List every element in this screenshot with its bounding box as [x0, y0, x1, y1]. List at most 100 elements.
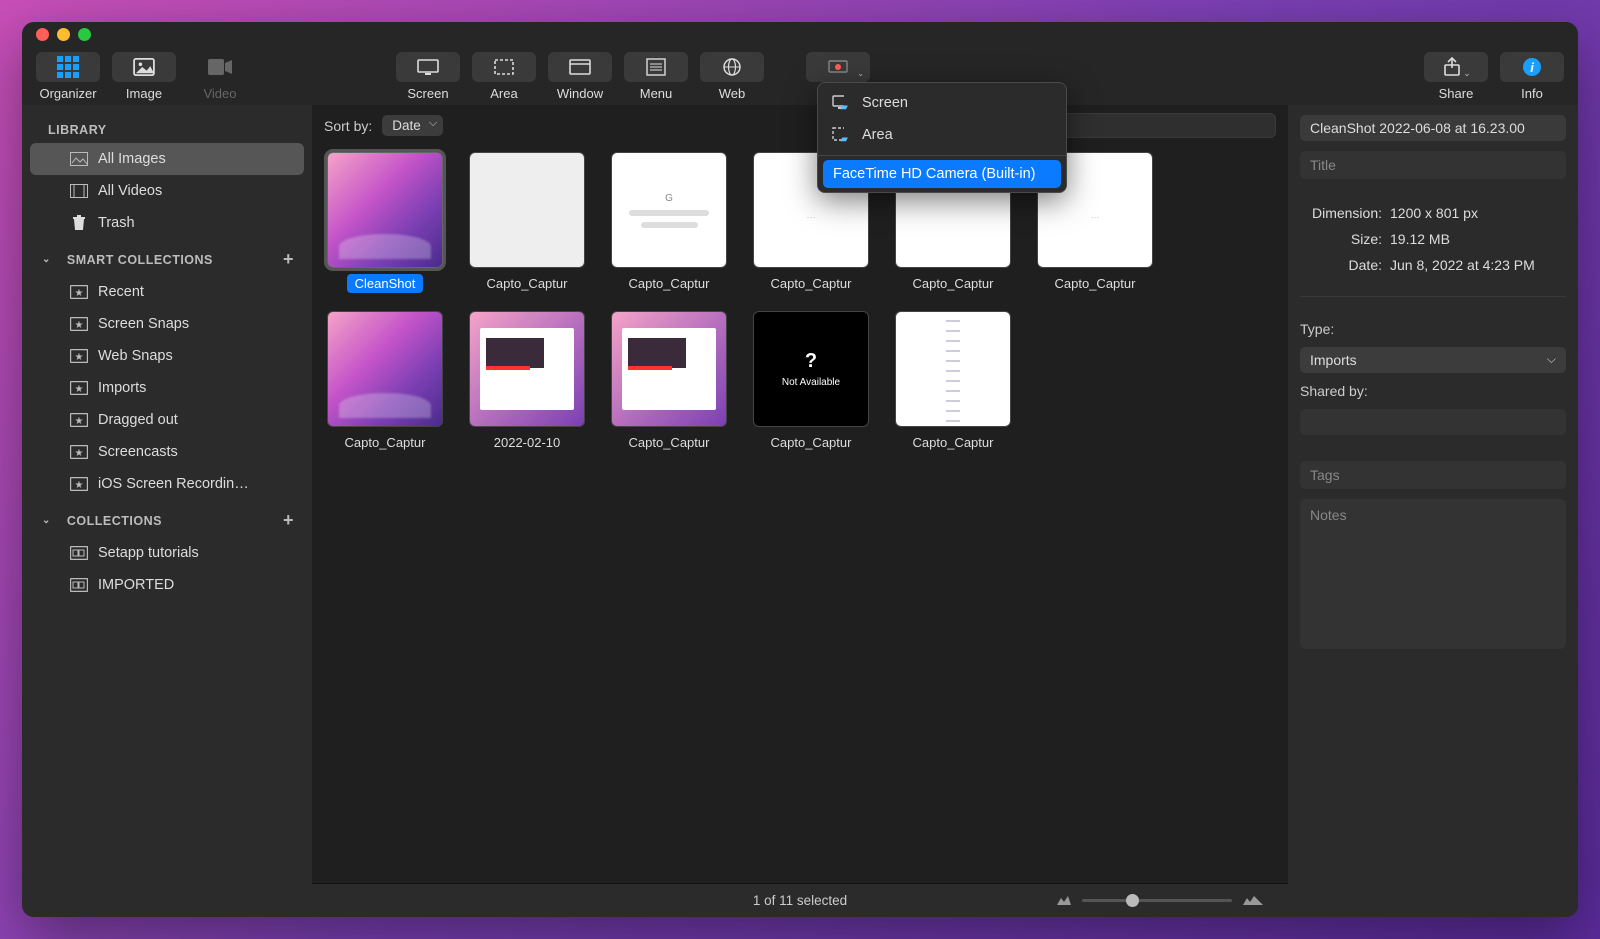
filename-field[interactable]: CleanShot 2022-06-08 at 16.23.00 [1300, 115, 1566, 141]
svg-text:★: ★ [75, 288, 84, 299]
thumbnail-image: ?Not Available [753, 311, 869, 427]
thumbnail-caption: 2022-02-10 [486, 433, 569, 452]
dropdown-item-screen[interactable]: ▰ Screen [818, 87, 1066, 119]
thumbnail-image [469, 311, 585, 427]
sidebar-item-all-images[interactable]: All Images [30, 143, 304, 175]
main-panel: Sort by: Date CleanShotCapto_CapturGCapt… [312, 105, 1288, 917]
smart-folder-icon: ★ [70, 475, 88, 493]
add-collection-button[interactable]: + [283, 510, 294, 531]
sidebar-item-setapp-tutorials[interactable]: Setapp tutorials [30, 537, 304, 569]
video-tab: Video [188, 52, 252, 101]
image-label: Image [126, 86, 162, 101]
sidebar-item-recent[interactable]: ★Recent [30, 276, 304, 308]
thumbnail-item[interactable]: 2022-02-10 [466, 311, 588, 452]
info-icon: i [1522, 57, 1542, 77]
sidebar-item-imports[interactable]: ★Imports [30, 372, 304, 404]
zoom-in-icon [1242, 890, 1264, 911]
svg-text:★: ★ [75, 448, 84, 459]
images-icon [70, 150, 88, 168]
sharedby-field[interactable] [1300, 409, 1566, 435]
thumbnail-item[interactable]: G Capto_Captur [608, 152, 730, 293]
tags-input[interactable]: Tags [1300, 461, 1566, 489]
sidebar-item-dragged-out[interactable]: ★Dragged out [30, 404, 304, 436]
zoom-slider[interactable] [1056, 890, 1264, 911]
thumbnail-item[interactable]: Capto_Captur [892, 311, 1014, 452]
capture-web-button[interactable]: Web [700, 52, 764, 101]
share-button[interactable]: ⌄ Share [1424, 52, 1488, 101]
thumbnail-grid: CleanShotCapto_CapturGCapto_Captur···Cap… [312, 146, 1288, 883]
sharedby-label: Shared by: [1300, 383, 1566, 399]
add-smart-collection-button[interactable]: + [283, 249, 294, 270]
organizer-label: Organizer [39, 86, 96, 101]
toolbar-group-left: Organizer Image Video [36, 52, 252, 101]
library-header: LIBRARY [22, 113, 312, 143]
smart-folder-icon: ★ [70, 443, 88, 461]
dropdown-item-camera[interactable]: FaceTime HD Camera (Built-in) [823, 160, 1061, 188]
thumbnail-image [469, 152, 585, 268]
chevron-down-icon: ⌄ [42, 515, 51, 526]
zoom-out-icon [1056, 893, 1072, 909]
toolbar-group-right: ⌄ Share i Info [1424, 52, 1564, 101]
thumbnail-image [327, 311, 443, 427]
thumbnail-item[interactable]: Capto_Captur [608, 311, 730, 452]
grid-icon [57, 56, 79, 78]
capture-menu-button[interactable]: Menu [624, 52, 688, 101]
sort-select[interactable]: Date [382, 115, 443, 136]
sidebar-item-screencasts[interactable]: ★Screencasts [30, 436, 304, 468]
thumbnail-item[interactable]: ?Not Available Capto_Captur [750, 311, 872, 452]
thumbnail-caption: Capto_Captur [621, 433, 718, 452]
svg-text:★: ★ [75, 352, 84, 363]
thumbnail-item[interactable]: Capto_Captur [324, 311, 446, 452]
thumbnail-caption: Capto_Captur [763, 433, 860, 452]
search-input[interactable] [1046, 113, 1276, 138]
image-tab[interactable]: Image [112, 52, 176, 101]
capture-screen-button[interactable]: Screen [396, 52, 460, 101]
title-input[interactable]: Title [1300, 151, 1566, 179]
inspector-panel: CleanShot 2022-06-08 at 16.23.00 Title D… [1288, 105, 1578, 917]
smart-collections-header[interactable]: ⌄SMART COLLECTIONS + [22, 239, 312, 276]
videos-icon [70, 182, 88, 200]
chevron-down-icon: ⌄ [42, 254, 51, 265]
sidebar-item-screen-snaps[interactable]: ★Screen Snaps [30, 308, 304, 340]
dimension-value: 1200 x 801 px [1390, 205, 1478, 221]
smart-folder-icon: ★ [70, 411, 88, 429]
date-value: Jun 8, 2022 at 4:23 PM [1390, 257, 1535, 273]
svg-text:★: ★ [75, 416, 84, 427]
thumbnail-image [327, 152, 443, 268]
smart-folder-icon: ★ [70, 379, 88, 397]
close-window-button[interactable] [36, 28, 49, 41]
notes-input[interactable]: Notes [1300, 499, 1566, 649]
sidebar-item-trash[interactable]: Trash [30, 207, 304, 239]
trash-icon [70, 214, 88, 232]
thumbnail-image [895, 311, 1011, 427]
thumbnail-caption: Capto_Captur [763, 274, 860, 293]
app-window: Organizer Image Video Screen Area [22, 22, 1578, 917]
sidebar-item-ios-screen-recordin-[interactable]: ★iOS Screen Recordin… [30, 468, 304, 500]
type-label: Type: [1300, 321, 1566, 337]
zoom-window-button[interactable] [78, 28, 91, 41]
area-icon [493, 58, 515, 76]
sidebar-item-imported[interactable]: IMPORTED [30, 569, 304, 601]
thumbnail-image [611, 311, 727, 427]
dropdown-separator [818, 155, 1066, 156]
thumbnail-caption: Capto_Captur [621, 274, 718, 293]
thumbnail-item[interactable]: CleanShot [324, 152, 446, 293]
capture-area-button[interactable]: Area [472, 52, 536, 101]
thumbnail-item[interactable]: Capto_Captur [466, 152, 588, 293]
sidebar-item-web-snaps[interactable]: ★Web Snaps [30, 340, 304, 372]
info-button[interactable]: i Info [1500, 52, 1564, 101]
svg-text:★: ★ [75, 320, 84, 331]
video-label: Video [203, 86, 236, 101]
image-icon [133, 58, 155, 76]
sidebar-item-all-videos[interactable]: All Videos [30, 175, 304, 207]
collections-header[interactable]: ⌄COLLECTIONS + [22, 500, 312, 537]
thumbnail-image: G [611, 152, 727, 268]
dropdown-item-area[interactable]: ▰ Area [818, 119, 1066, 151]
minimize-window-button[interactable] [57, 28, 70, 41]
type-select[interactable]: Imports [1300, 347, 1566, 373]
organizer-tab[interactable]: Organizer [36, 52, 100, 101]
thumbnail-caption: CleanShot [347, 274, 424, 293]
record-dropdown: ▰ Screen ▰ Area FaceTime HD Camera (Buil… [817, 82, 1067, 193]
capture-window-button[interactable]: Window [548, 52, 612, 101]
share-icon [1443, 57, 1461, 77]
